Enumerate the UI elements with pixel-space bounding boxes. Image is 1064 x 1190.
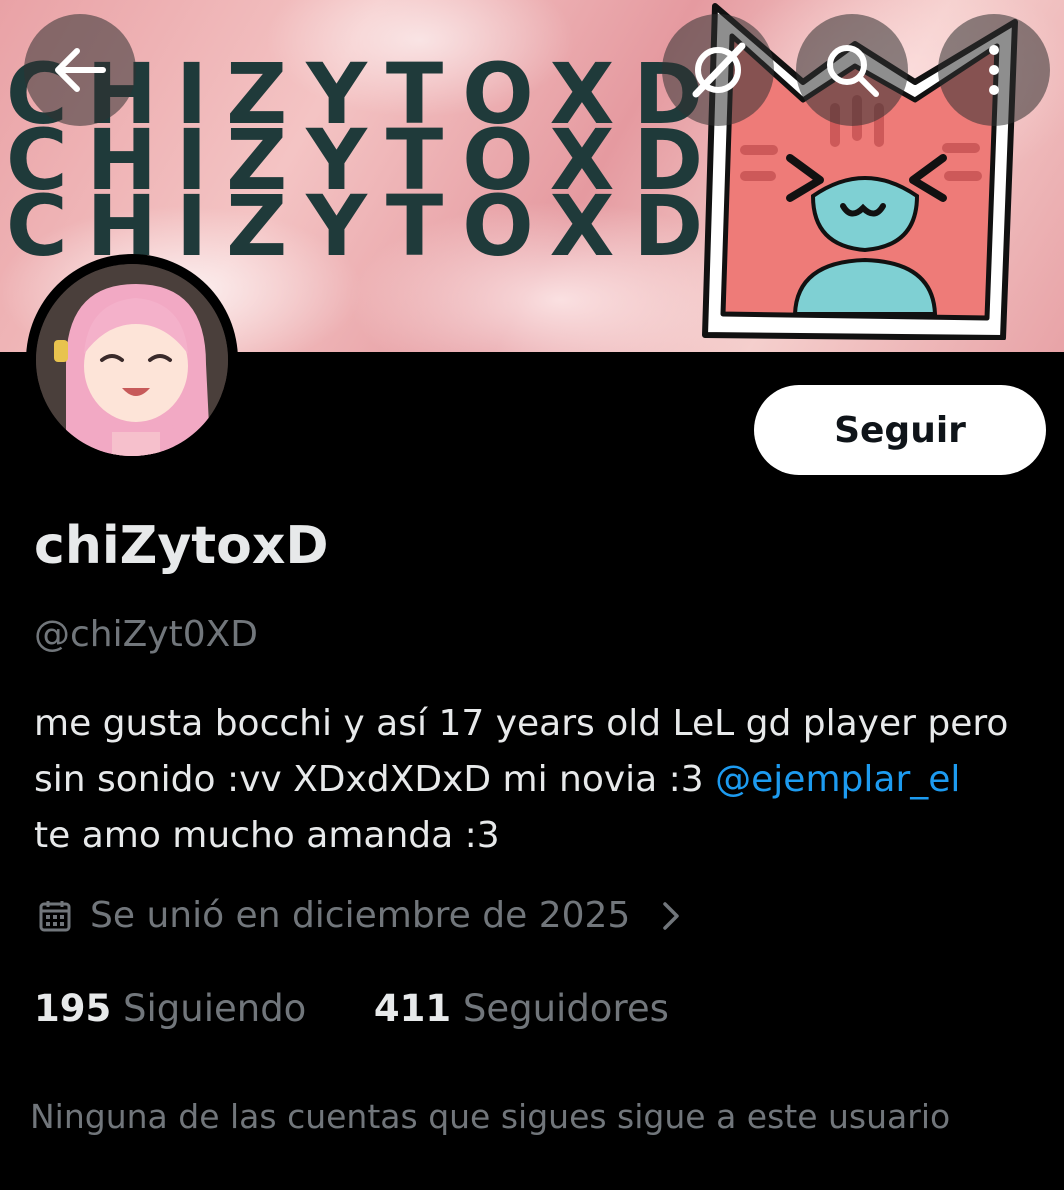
more-vertical-icon: [989, 45, 999, 95]
avatar[interactable]: [26, 254, 238, 466]
followers-label: Seguidores: [462, 987, 669, 1030]
calendar-icon: [39, 900, 71, 931]
bio-text: sin sonido :vv XDxdXDxD mi novia :3: [34, 759, 716, 800]
avatar-image: [36, 264, 228, 456]
following-label: Siguiendo: [123, 987, 307, 1030]
grok-icon: [692, 42, 746, 98]
joined-date-row[interactable]: Se unió en diciembre de 2025: [38, 895, 682, 936]
joined-date-text: Se unió en diciembre de 2025: [90, 895, 631, 936]
mutual-followers-text: Ninguna de las cuentas que sigues sigue …: [30, 1097, 951, 1136]
followers-count: 411: [373, 987, 452, 1030]
back-button[interactable]: [24, 14, 136, 126]
mention-link[interactable]: @ejemplar_el: [715, 759, 960, 800]
follow-stats: 195 Siguiendo 411 Seguidores: [34, 987, 669, 1030]
username-handle: @chiZyt0XD: [34, 614, 258, 655]
back-arrow-icon: [55, 48, 106, 92]
profile-bio: me gusta bocchi y así 17 years old LeL g…: [34, 696, 1044, 864]
following-stat[interactable]: 195 Siguiendo: [34, 987, 306, 1030]
search-button[interactable]: [796, 14, 908, 126]
bio-line: te amo mucho amanda :3: [34, 815, 500, 856]
grok-button[interactable]: [662, 14, 774, 126]
bio-line: me gusta bocchi y así 17 years old LeL g…: [34, 703, 1009, 744]
following-count: 195: [34, 987, 112, 1030]
follow-button[interactable]: Seguir: [754, 385, 1046, 475]
followers-stat[interactable]: 411 Seguidores: [374, 987, 669, 1030]
more-options-button[interactable]: [938, 14, 1050, 126]
search-icon: [827, 45, 879, 97]
display-name: chiZytoxD: [34, 516, 329, 576]
chevron-right-icon: [663, 901, 680, 930]
bio-line: sin sonido :vv XDxdXDxD mi novia :3 @eje…: [34, 752, 1044, 808]
